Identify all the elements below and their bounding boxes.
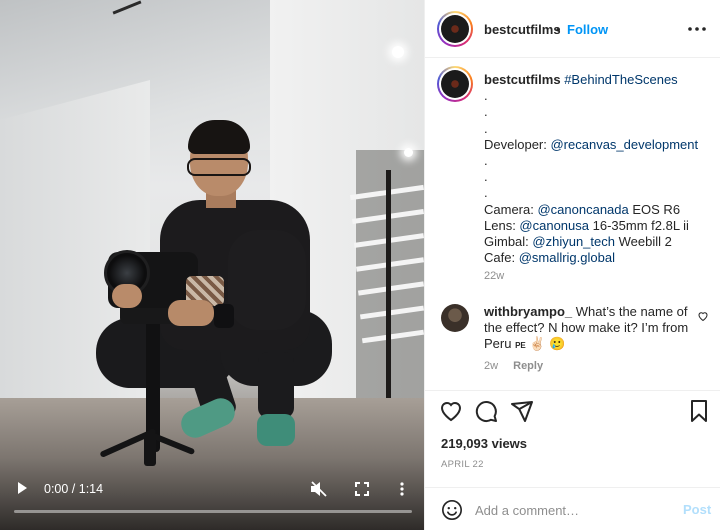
author-username[interactable]: bestcutfilms xyxy=(484,22,561,37)
bookmark-icon[interactable] xyxy=(687,399,711,423)
post-side-panel: bestcutfilms • Follow bestcutfilms #Behi… xyxy=(424,0,720,530)
comment-body: withbryampo_ What’s the name of the effe… xyxy=(484,304,694,355)
caption-hashtag[interactable]: #BehindTheScenes xyxy=(564,72,677,87)
reply-button[interactable]: Reply xyxy=(513,360,543,372)
gimbal-label: Gimbal: xyxy=(484,234,533,250)
comment-meta: 2w Reply xyxy=(484,360,555,372)
lens-label: Lens: xyxy=(484,217,520,233)
post-button[interactable]: Post xyxy=(683,502,711,517)
person-sock-right xyxy=(257,414,295,446)
caption-dot: . xyxy=(484,153,488,169)
post-date[interactable]: APRIL 22 xyxy=(441,459,484,470)
gimbal-model: Weebill 2 xyxy=(614,234,672,250)
view-count[interactable]: 219,093 views xyxy=(441,436,527,451)
caption-dot: . xyxy=(484,185,488,201)
post-actions xyxy=(425,390,720,430)
play-icon[interactable] xyxy=(18,482,27,494)
author-avatar[interactable] xyxy=(437,11,473,47)
heart-icon[interactable] xyxy=(439,399,463,423)
caption-dot: . xyxy=(484,120,488,136)
camera-handle[interactable]: @canoncanada xyxy=(537,202,628,217)
post-header: bestcutfilms • Follow xyxy=(425,0,720,58)
commenter-avatar[interactable] xyxy=(441,304,469,332)
more-vertical-icon[interactable] xyxy=(400,482,404,496)
caption-age: 22w xyxy=(484,270,505,282)
person-hand-right xyxy=(168,300,214,326)
more-horizontal-icon[interactable] xyxy=(687,27,707,31)
comment-flag: PE xyxy=(515,341,526,351)
commenter-username[interactable]: withbryampo_ xyxy=(484,304,572,319)
add-comment-bar: Post xyxy=(425,487,720,530)
emoji-icon[interactable] xyxy=(441,499,463,521)
comment-emojis: ✌🏻 🥲 xyxy=(529,336,566,352)
person-arm xyxy=(228,230,306,330)
stair-railing xyxy=(386,170,391,410)
cafe-handle[interactable]: @smallrig.global xyxy=(519,250,615,265)
follow-button[interactable]: Follow xyxy=(567,22,608,37)
camera-label: Camera: xyxy=(484,201,538,217)
person-glasses xyxy=(187,158,251,176)
caption-avatar[interactable] xyxy=(437,66,473,102)
cafe-label: Cafe: xyxy=(484,250,519,266)
comment-icon[interactable] xyxy=(474,399,498,423)
header-separator: • xyxy=(556,22,561,37)
ceiling-light xyxy=(404,148,413,157)
fullscreen-icon[interactable] xyxy=(355,482,369,496)
lens-model: 16-35mm f2.8L ii xyxy=(589,217,689,233)
ceiling-light xyxy=(392,46,404,58)
caption-dot: . xyxy=(484,104,488,120)
caption-dot: . xyxy=(484,88,488,104)
developer-label: Developer: xyxy=(484,136,551,152)
heart-small-icon[interactable] xyxy=(697,310,709,322)
person-shin-right xyxy=(258,352,294,418)
post-caption: bestcutfilms #BehindTheScenes . . . Deve… xyxy=(484,72,712,266)
caption-username[interactable]: bestcutfilms xyxy=(484,72,561,87)
person-watch xyxy=(214,304,234,328)
video-player[interactable]: 0:00 / 1:14 xyxy=(0,0,424,530)
tripod-leg xyxy=(144,436,156,466)
developer-handle[interactable]: @recanvas_development xyxy=(550,137,698,152)
comment-age: 2w xyxy=(484,360,499,372)
gimbal-handle[interactable]: @zhiyun_tech xyxy=(532,234,615,249)
lens-handle[interactable]: @canonusa xyxy=(519,218,589,233)
camera-model: EOS R6 xyxy=(628,201,681,217)
video-time: 0:00 / 1:14 xyxy=(44,482,104,496)
comment-input[interactable] xyxy=(475,499,665,521)
mute-icon[interactable] xyxy=(310,481,328,497)
share-icon[interactable] xyxy=(510,399,534,423)
caption-dot: . xyxy=(484,169,488,185)
video-progress[interactable] xyxy=(14,510,412,513)
person-hand-left xyxy=(112,284,142,308)
